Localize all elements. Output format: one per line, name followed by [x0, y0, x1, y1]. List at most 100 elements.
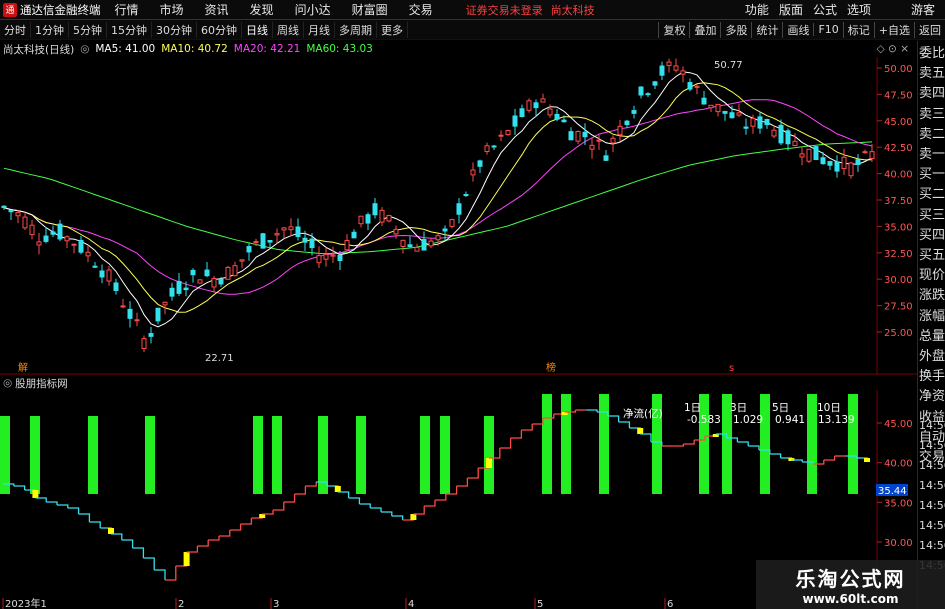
candle-body — [582, 131, 588, 138]
period-60min[interactable]: 60分钟 — [197, 21, 242, 38]
tick-time: 14:56 — [919, 419, 945, 432]
signal-bar — [88, 416, 98, 494]
menu-market[interactable]: 市场 — [160, 1, 184, 18]
candle-body — [99, 270, 105, 278]
tick-time: 14:56 — [919, 479, 945, 492]
indicator-gear-icon[interactable]: ◎ — [3, 377, 12, 389]
candle-body — [43, 235, 49, 242]
menu-layout[interactable]: 版面 — [779, 1, 803, 18]
price-tick: 45.00 — [884, 117, 913, 128]
tool-overlay[interactable]: 叠加 — [689, 21, 720, 38]
menu-wealth[interactable]: 财富圈 — [352, 1, 388, 18]
user-guest[interactable]: 游客 — [911, 1, 935, 18]
flow-step — [586, 409, 598, 412]
settings-gear-icon[interactable]: ◎ — [80, 43, 89, 55]
time-label: 6 — [667, 599, 673, 609]
candle-body — [155, 307, 161, 322]
candlestick-chart[interactable]: 50.00 47.50 45.00 42.50 40.00 37.50 35.00 32.50… — [0, 57, 945, 375]
flow-step — [240, 518, 253, 525]
tool-add-watchlist[interactable]: +自选 — [873, 21, 914, 38]
panel-label: 买二 — [919, 187, 945, 203]
period-more[interactable]: 更多 — [377, 21, 408, 38]
candle-body — [687, 82, 693, 90]
candle-body — [309, 238, 315, 249]
signal-bar — [356, 416, 366, 494]
value-1d: -0.583 — [687, 414, 721, 426]
flow-step — [46, 501, 58, 505]
candle-body — [736, 112, 742, 116]
period-30min[interactable]: 30分钟 — [152, 21, 197, 38]
panel-label: 卖四 — [919, 86, 945, 102]
candle-body — [526, 100, 532, 111]
candle-body — [92, 265, 98, 268]
candle-body — [848, 162, 854, 177]
tool-draw[interactable]: 画线 — [782, 21, 813, 38]
menu-function[interactable]: 功能 — [745, 1, 769, 18]
menu-discover[interactable]: 发现 — [250, 1, 274, 18]
menu-quote[interactable]: 行情 — [115, 1, 139, 18]
period-monthly[interactable]: 月线 — [304, 21, 335, 38]
candle-body — [22, 216, 28, 229]
candle-body — [575, 130, 581, 142]
candle-body — [785, 130, 791, 145]
flow-step — [208, 536, 220, 541]
flow-block — [637, 428, 644, 434]
flow-step — [359, 503, 371, 508]
tool-adjust[interactable]: 复权 — [658, 21, 689, 38]
candle-body — [491, 145, 497, 148]
quote-side-panel: 委比 卖五 卖四 卖三 卖二 卖一 买一 买二 买三 买四 买五 现价 涨跌 涨幅 总量 外盘 换手 净资 收益 自动… — [917, 41, 945, 609]
time-label: 2023年1 — [5, 597, 47, 609]
panel-label: 涨幅 — [919, 308, 945, 324]
period-5min[interactable]: 5分钟 — [69, 21, 107, 38]
tool-f10[interactable]: F10 — [813, 23, 842, 36]
signal-bar — [542, 394, 552, 494]
period-15min[interactable]: 15分钟 — [107, 21, 152, 38]
panel-label: 卖一 — [919, 147, 945, 162]
tool-mark[interactable]: 标记 — [842, 21, 874, 38]
period-1min[interactable]: 1分钟 — [31, 21, 69, 38]
chart-settings-icons[interactable]: ◇ ⊙ × — [877, 43, 909, 55]
candle-body — [421, 238, 427, 251]
candle-body — [1, 205, 7, 209]
price-tick: 35.00 — [884, 222, 913, 233]
candle-body — [365, 214, 371, 224]
candle-body — [554, 113, 560, 120]
period-5d: 5日 — [772, 402, 789, 414]
period-toolbar: 分时 1分钟 5分钟 15分钟 30分钟 60分钟 日线 周线 月线 多周期 更… — [0, 20, 945, 40]
title-bar: 通 通达信金融终端 行情 市场 资讯 发现 问小达 财富圈 交易 证券交易未登录… — [0, 0, 945, 20]
candle-body — [680, 70, 686, 75]
value-10d: 13.139 — [818, 414, 855, 426]
candle-body — [78, 239, 84, 253]
tool-back[interactable]: 返回 — [914, 21, 945, 38]
tool-stats[interactable]: 统计 — [751, 21, 782, 38]
login-notice[interactable]: 证券交易未登录 — [466, 2, 543, 18]
period-daily[interactable]: 日线 — [242, 21, 273, 38]
menu-news[interactable]: 资讯 — [205, 1, 229, 18]
period-weekly[interactable]: 周线 — [273, 21, 304, 38]
price-tick: 40.00 — [884, 170, 913, 181]
period-multi[interactable]: 多周期 — [335, 21, 377, 38]
flow-step — [165, 566, 177, 581]
menu-ask[interactable]: 问小达 — [295, 1, 331, 18]
candle-body — [295, 226, 301, 238]
tool-multi-stock[interactable]: 多股 — [720, 21, 751, 38]
chart-title: 尚太科技(日线) — [3, 43, 75, 56]
candle-body — [638, 86, 644, 96]
candle-body — [666, 61, 672, 66]
menu-options[interactable]: 选项 — [847, 1, 871, 18]
candle-body — [351, 231, 357, 239]
candle-body — [239, 259, 245, 262]
menu-formula[interactable]: 公式 — [813, 1, 837, 18]
candle-body — [204, 269, 210, 277]
netflow-label: 净流(亿) — [623, 407, 663, 420]
current-value: 35.44 — [878, 486, 907, 497]
panel-label: 卖二 — [919, 126, 945, 142]
price-tick: 30.00 — [884, 275, 913, 286]
flow-block — [32, 490, 39, 498]
menu-trade[interactable]: 交易 — [409, 1, 433, 18]
panel-label: 外盘 — [919, 349, 945, 364]
value-3d: 1.029 — [733, 414, 763, 426]
price-tick: 42.50 — [884, 143, 913, 154]
period-intraday[interactable]: 分时 — [0, 21, 31, 38]
ma5-label: MA5: 41.00 — [95, 43, 156, 55]
